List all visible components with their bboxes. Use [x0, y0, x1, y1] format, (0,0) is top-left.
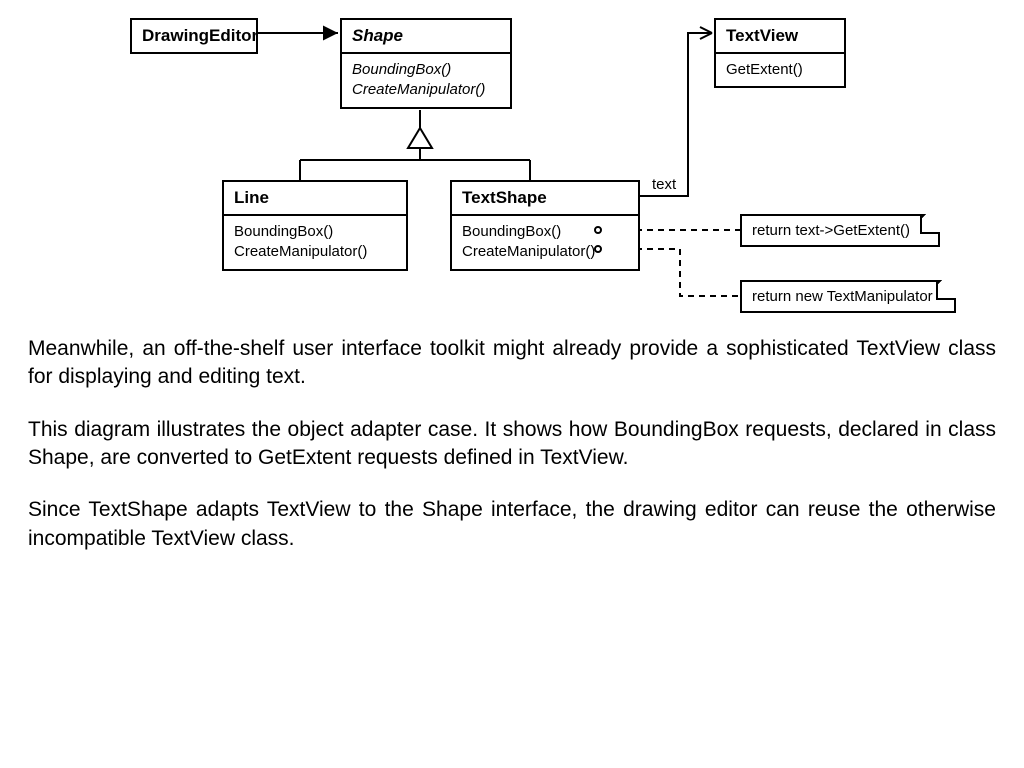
class-textview: TextView GetExtent(): [714, 18, 846, 88]
dogear-icon: [936, 280, 956, 300]
class-name: Line: [224, 182, 406, 214]
class-shape: Shape BoundingBox() CreateManipulator(): [340, 18, 512, 109]
method: BoundingBox(): [234, 222, 396, 242]
class-textshape: TextShape BoundingBox() CreateManipulato…: [450, 180, 640, 271]
method: CreateManipulator(): [234, 242, 396, 262]
class-methods: BoundingBox() CreateManipulator(): [452, 214, 638, 269]
note-anchor-icon: [594, 226, 602, 234]
class-name: DrawingEditor: [132, 20, 256, 52]
description-text: Meanwhile, an off-the-shelf user interfa…: [28, 335, 996, 577]
class-name: TextShape: [452, 182, 638, 214]
method: BoundingBox(): [352, 60, 500, 80]
note-getextent: return text->GetExtent(): [740, 214, 940, 247]
class-line: Line BoundingBox() CreateManipulator(): [222, 180, 408, 271]
note-anchor-icon: [594, 245, 602, 253]
diagram-stage: DrawingEditor Shape BoundingBox() Create…: [0, 0, 1024, 768]
class-name: Shape: [342, 20, 510, 52]
paragraph: This diagram illustrates the object adap…: [28, 416, 996, 473]
method: BoundingBox(): [462, 222, 628, 242]
method: CreateManipulator(): [462, 242, 628, 262]
dogear-icon: [920, 214, 940, 234]
association-label: text: [652, 176, 676, 193]
class-methods: GetExtent(): [716, 52, 844, 86]
class-methods: BoundingBox() CreateManipulator(): [224, 214, 406, 269]
method: CreateManipulator(): [352, 80, 500, 100]
paragraph: Meanwhile, an off-the-shelf user interfa…: [28, 335, 996, 392]
note-text: return text->GetExtent(): [752, 222, 910, 239]
class-name: TextView: [716, 20, 844, 52]
paragraph: Since TextShape adapts TextView to the S…: [28, 496, 996, 553]
class-methods: BoundingBox() CreateManipulator(): [342, 52, 510, 107]
method: GetExtent(): [726, 60, 834, 80]
class-drawingeditor: DrawingEditor: [130, 18, 258, 54]
note-text: return new TextManipulator: [752, 288, 933, 305]
note-newmanipulator: return new TextManipulator: [740, 280, 956, 313]
